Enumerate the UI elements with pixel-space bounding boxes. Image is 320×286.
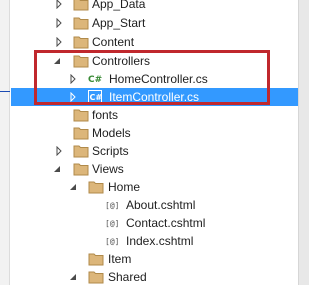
folder-icon [73,55,89,68]
tree-item-label: fonts [92,108,119,122]
triangle-right-icon[interactable] [54,18,64,28]
razor-view-icon: [@] [105,201,119,210]
tree-item-label: Index.cshtml [126,234,194,248]
tree-item-label: Scripts [92,144,129,158]
triangle-down-icon[interactable] [68,272,78,282]
folder-icon [73,109,89,122]
tree-item-label: About.cshtml [126,198,196,212]
tree-item-label: Shared [108,270,147,284]
tree-item-label: ItemController.cs [109,90,200,104]
folder-icon [73,0,89,11]
tree-item-label: App_Data [92,0,146,11]
triangle-right-icon[interactable] [54,37,64,47]
tree-item-label: Controllers [92,54,151,68]
folder-icon [73,145,89,158]
tree-item-label: Models [92,126,131,140]
csharp-file-icon: C# [88,90,102,103]
tree-item-label: App_Start [92,16,146,30]
triangle-right-icon[interactable] [54,0,64,9]
svg-text:[@]: [@] [105,201,119,210]
tree-item-label: Content [92,35,135,49]
tree-item-about[interactable]: [@] About.cshtml [11,196,298,214]
folder-icon [88,271,104,284]
tree-item-home[interactable]: Home [11,178,298,196]
tree-item-shared[interactable]: Shared [11,268,298,286]
tree-item-scripts[interactable]: Scripts [11,142,298,160]
folder-icon [88,181,104,194]
tree-item-contact[interactable]: [@] Contact.cshtml [11,214,298,232]
left-gutter [0,0,10,285]
csharp-file-icon: C# [88,75,102,85]
tree-item-models[interactable]: Models [11,124,298,142]
folder-icon [73,17,89,30]
tree-item-app-start[interactable]: App_Start [11,14,298,32]
tree-item-controllers[interactable]: Controllers [11,52,298,70]
tree-item-app-data[interactable]: App_Data [11,0,298,13]
tree-item-label: Views [92,162,124,176]
triangle-down-icon[interactable] [68,182,78,192]
triangle-right-icon[interactable] [68,74,78,84]
tree-item-fonts[interactable]: fonts [11,106,298,124]
gutter-marker [0,91,10,92]
triangle-right-icon[interactable] [54,146,64,156]
vertical-scrollbar[interactable] [298,0,309,285]
folder-icon [73,36,89,49]
tree-item-homecontroller[interactable]: C# HomeController.cs [11,70,298,88]
folder-icon [88,253,104,266]
tree-item-content[interactable]: Content [11,33,298,51]
tree-item-label: Item [108,252,132,266]
svg-text:[@]: [@] [105,219,119,228]
solution-explorer-tree: App_Data App_Start Content Controllers C… [11,0,298,285]
razor-view-icon: [@] [105,219,119,228]
triangle-down-icon[interactable] [52,164,62,174]
triangle-down-icon[interactable] [52,56,62,66]
folder-icon [73,163,89,176]
razor-view-icon: [@] [105,237,119,246]
tree-item-label: HomeController.cs [109,72,208,86]
tree-item-label: Home [108,180,141,194]
tree-item-label: Contact.cshtml [126,216,206,230]
folder-icon [73,127,89,140]
tree-item-item[interactable]: Item [11,250,298,268]
triangle-right-icon[interactable] [68,92,78,102]
tree-item-index[interactable]: [@] Index.cshtml [11,232,298,250]
svg-text:C#: C# [90,93,103,102]
tree-item-views[interactable]: Views [11,160,298,178]
svg-text:C#: C# [88,75,102,85]
tree-item-itemcontroller[interactable]: C# ItemController.cs [11,88,298,106]
svg-text:[@]: [@] [105,237,119,246]
